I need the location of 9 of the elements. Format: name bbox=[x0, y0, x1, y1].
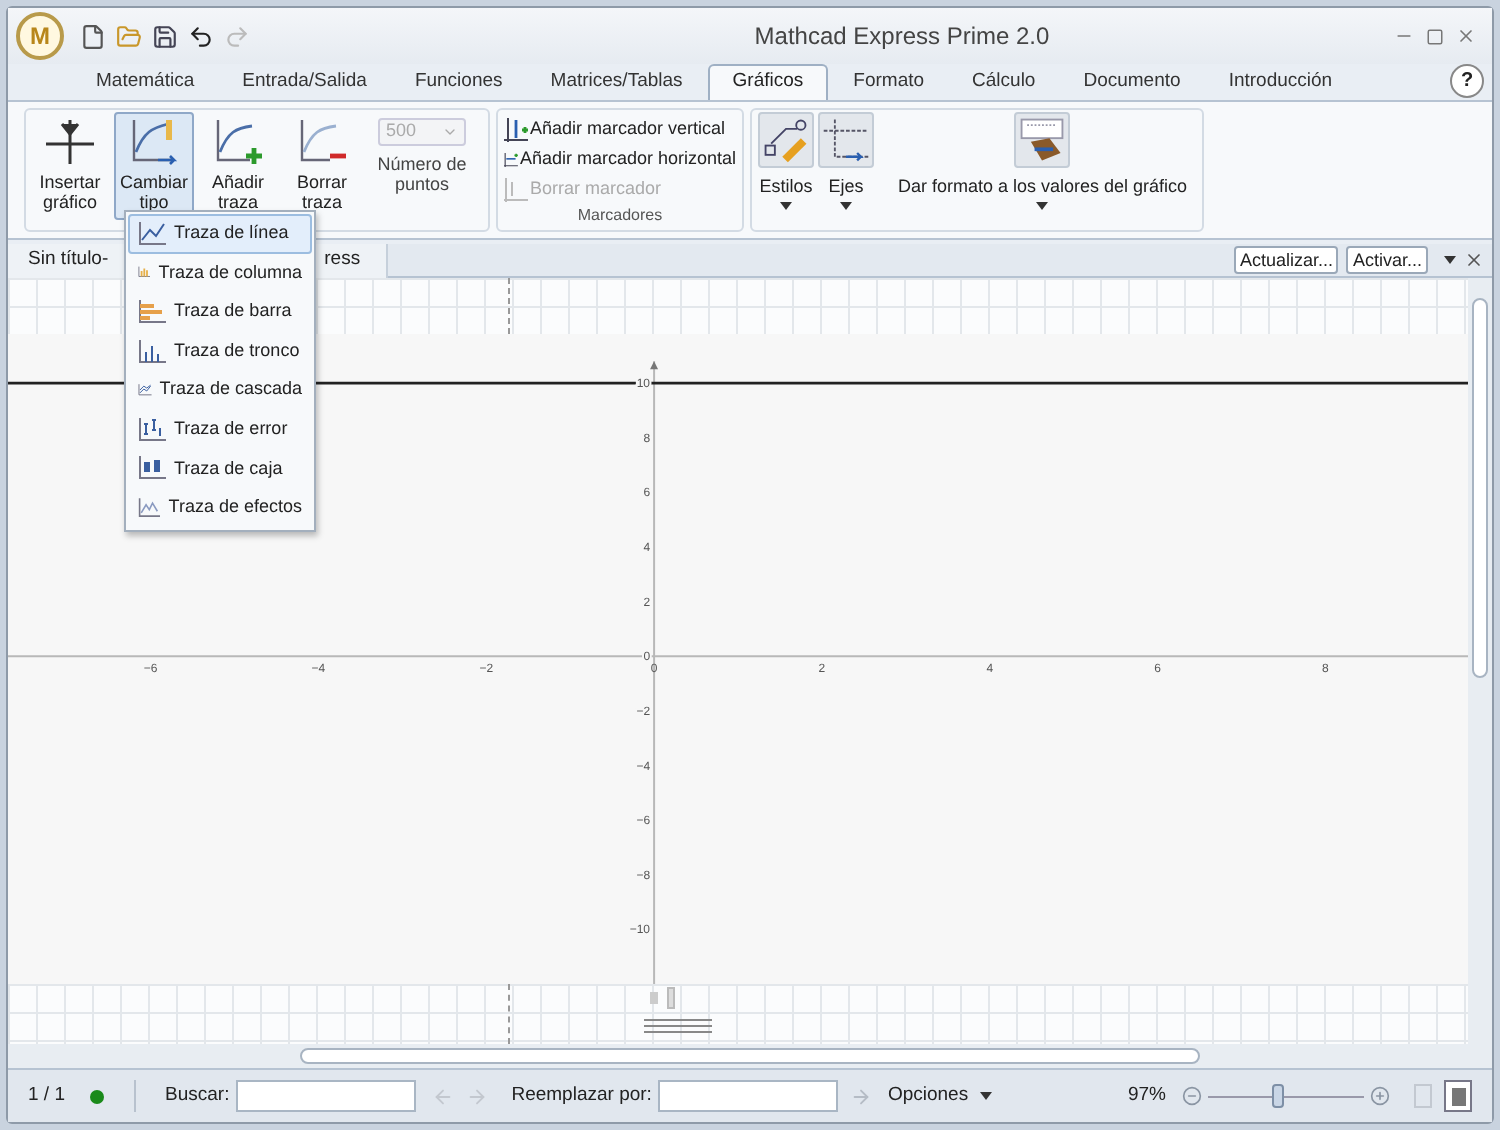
document-title: ress bbox=[324, 245, 361, 274]
window-title: Mathcad Express Prime 2.0 bbox=[754, 20, 1050, 54]
replace-label: Reemplazar por: bbox=[511, 1081, 652, 1110]
zoom-value: 97% bbox=[1127, 1081, 1166, 1110]
points-label: Número de puntos bbox=[375, 154, 469, 194]
find-label: Buscar: bbox=[165, 1081, 230, 1110]
page-count: 1 / 1 bbox=[28, 1081, 65, 1110]
group-label: Marcadores bbox=[575, 204, 665, 228]
document-title: Sin título- bbox=[28, 245, 109, 274]
